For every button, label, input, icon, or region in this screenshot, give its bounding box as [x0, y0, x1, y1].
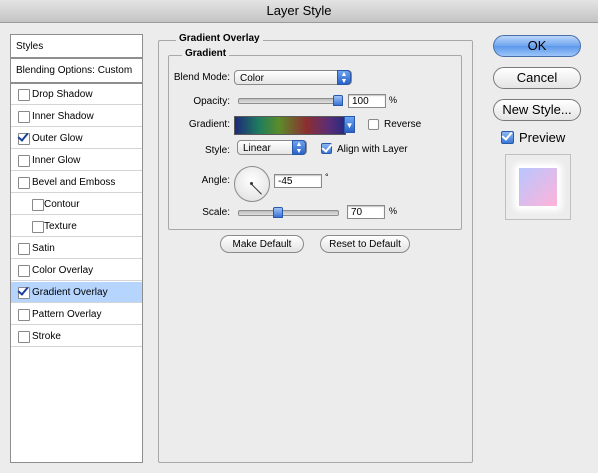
scale-input[interactable]: 70 [347, 205, 385, 219]
angle-label: Angle: [201, 175, 230, 186]
style-item-texture[interactable]: Texture [11, 216, 142, 237]
opacity-slider-track[interactable] [238, 98, 341, 104]
make-default-button[interactable]: Make Default [220, 235, 304, 253]
style-value: Linear [243, 143, 271, 154]
texture-checkbox[interactable] [32, 221, 44, 233]
reverse-label: Reverse [384, 119, 422, 130]
style-item-label: Texture [44, 221, 77, 232]
scale-unit: % [389, 206, 398, 216]
preview-label: Preview [519, 130, 566, 145]
window-title: Layer Style [0, 0, 598, 23]
drop-shadow-checkbox[interactable] [18, 89, 30, 101]
angle-unit: ° [325, 172, 329, 182]
blend-mode-label: Blend Mode: [173, 72, 230, 83]
style-item-inner-shadow[interactable]: Inner Shadow [11, 106, 142, 127]
opacity-input[interactable]: 100 [348, 94, 386, 108]
styles-list: Styles Blending Options: Custom Drop Sha… [10, 34, 143, 463]
subgroup-title: Gradient [182, 48, 230, 59]
style-item-stroke[interactable]: Stroke [11, 326, 142, 347]
preview-swatch [517, 166, 559, 208]
contour-checkbox[interactable] [32, 199, 44, 211]
style-item-label: Contour [44, 199, 80, 210]
align-with-layer-label: Align with Layer [337, 144, 408, 155]
opacity-label: Opacity: [193, 96, 230, 107]
style-item-bevel-emboss[interactable]: Bevel and Emboss [11, 172, 142, 193]
inner-shadow-checkbox[interactable] [18, 111, 30, 123]
style-item-outer-glow[interactable]: Outer Glow [11, 128, 142, 149]
gradient-dropdown-arrow-icon[interactable]: ▼ [344, 116, 355, 133]
gradient-overlay-checkbox[interactable] [18, 287, 30, 299]
select-arrows-icon: ▲ ▼ [337, 70, 351, 85]
scale-slider-track[interactable] [238, 210, 339, 216]
style-item-label: Outer Glow [32, 133, 83, 144]
angle-input[interactable]: -45 [274, 174, 322, 188]
style-item-label: Gradient Overlay [32, 287, 108, 298]
gradient-label: Gradient: [188, 119, 230, 130]
pattern-overlay-checkbox[interactable] [18, 309, 30, 321]
inner-glow-checkbox[interactable] [18, 155, 30, 167]
style-item-label: Bevel and Emboss [32, 177, 116, 188]
style-item-inner-glow[interactable]: Inner Glow [11, 150, 142, 171]
group-title: Gradient Overlay [176, 33, 263, 44]
style-label: Style: [204, 145, 230, 156]
style-item-label: Satin [32, 243, 55, 254]
style-item-label: Pattern Overlay [32, 309, 102, 320]
opacity-unit: % [389, 95, 398, 105]
angle-dial[interactable] [234, 166, 270, 202]
ok-button[interactable]: OK [493, 35, 581, 57]
reset-to-default-button[interactable]: Reset to Default [320, 235, 410, 253]
preview-thumbnail [505, 154, 571, 220]
style-item-drop-shadow[interactable]: Drop Shadow [11, 84, 142, 105]
scale-label: Scale: [202, 207, 230, 218]
style-item-label: Inner Glow [32, 155, 81, 166]
bevel-emboss-checkbox[interactable] [18, 177, 30, 189]
gradient-swatch[interactable] [234, 116, 346, 135]
satin-checkbox[interactable] [18, 243, 30, 255]
style-item-label: Color Overlay [32, 265, 94, 276]
preview-checkbox[interactable] [501, 131, 514, 144]
style-item-label: Stroke [32, 331, 61, 342]
style-item-color-overlay[interactable]: Color Overlay [11, 260, 142, 281]
blending-options-item[interactable]: Blending Options: Custom [11, 59, 142, 84]
opacity-slider-thumb[interactable] [333, 95, 343, 106]
style-item-contour[interactable]: Contour [11, 194, 142, 215]
color-overlay-checkbox[interactable] [18, 265, 30, 277]
outer-glow-checkbox[interactable] [18, 133, 30, 145]
stroke-checkbox[interactable] [18, 331, 30, 343]
style-select[interactable]: Linear ▲ ▼ [237, 140, 307, 155]
dial-needle [251, 184, 262, 195]
style-item-label: Inner Shadow [32, 111, 94, 122]
style-item-satin[interactable]: Satin [11, 238, 142, 259]
cancel-button[interactable]: Cancel [493, 67, 581, 89]
reverse-checkbox[interactable] [368, 119, 379, 130]
style-item-pattern-overlay[interactable]: Pattern Overlay [11, 304, 142, 325]
scale-slider-thumb[interactable] [273, 207, 283, 218]
styles-header[interactable]: Styles [11, 35, 142, 59]
blend-mode-select[interactable]: Color ▲ ▼ [234, 70, 352, 85]
style-item-gradient-overlay[interactable]: Gradient Overlay [11, 282, 142, 303]
select-arrows-icon: ▲ ▼ [292, 140, 306, 155]
align-with-layer-checkbox[interactable] [321, 143, 332, 154]
style-item-label: Drop Shadow [32, 89, 93, 100]
new-style-button[interactable]: New Style... [493, 99, 581, 121]
blend-mode-value: Color [240, 73, 264, 84]
